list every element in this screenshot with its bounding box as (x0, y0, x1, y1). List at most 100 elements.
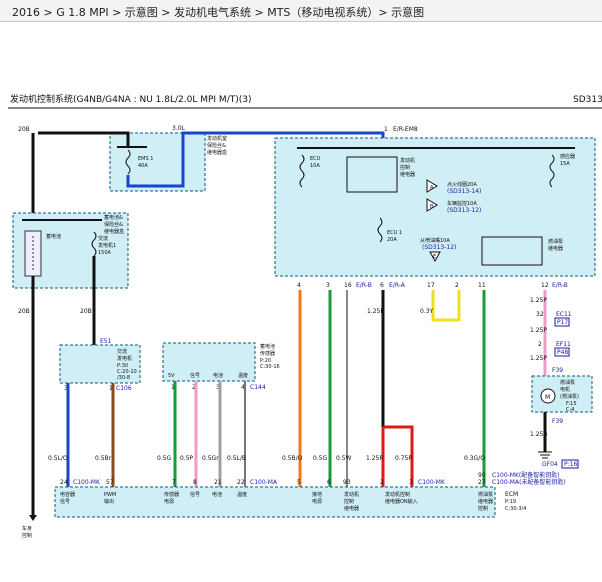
ws-1-25r: 1.25R (366, 455, 384, 462)
ecm-l-sig: 信号 (60, 498, 70, 505)
wire-yellow (431, 290, 461, 322)
body-arrow-icon (29, 515, 37, 521)
left-bottom-2: 控制 (22, 532, 32, 539)
ecm-pin-93: 93 (343, 479, 351, 486)
pin-6: 6 (380, 282, 384, 289)
bfb-line2: 保险丝& (104, 221, 123, 228)
conn-f39: F39 (552, 367, 563, 374)
ecm-pin-3: 3 (409, 479, 413, 486)
ems1-rating: 40A (138, 163, 148, 169)
ems1-label: EMS 1 (138, 156, 153, 162)
pin-32: 32 (536, 311, 544, 318)
ref-p17: P17 (557, 319, 568, 326)
ecm-pin-2: 2 (380, 479, 384, 486)
ecm-l-relay-on: 继电器ON输入 (385, 498, 418, 505)
ws-0-75r: 0.75R (395, 455, 413, 462)
ref-p48: P48 (557, 349, 568, 356)
bs-ref2: C:30-16 (260, 364, 280, 370)
svg-text:M: M (545, 394, 550, 401)
ecm-l-relay: 继电器 (344, 505, 359, 512)
diagram-title: 发动机控制系统(G4NB/G4NA : NU 1.8L/2.0L MPI M/T… (10, 93, 251, 105)
ecm-l-fuelpump: 燃油泵 (478, 491, 493, 498)
ecm-pin-6: 6 (327, 479, 331, 486)
wire-1-25p: 1.25P (530, 297, 547, 304)
ecm-pin-22: 22 (237, 479, 245, 486)
ecm-conn-mk2: C100-MK (418, 479, 446, 486)
ws-0-5lo: 0.5L/O (48, 455, 68, 462)
alt-fuse-rating: 150A (98, 250, 112, 256)
wire-1-25r: 1.25R (367, 308, 385, 315)
fuel-relay-l1: 燃油泵 (548, 238, 563, 245)
efb-line2: 保险丝& (207, 142, 226, 149)
fuse-b-label: 车辆监控10A (447, 200, 477, 207)
ecm-pin-21: 21 (214, 479, 222, 486)
ecm-l-temp: 温度 (237, 491, 247, 498)
ws-0-3go: 0.3G/O (464, 455, 485, 462)
sensor-fuse-rating: 15A (560, 161, 570, 167)
ecu-fuse: ECU (310, 156, 321, 162)
ground-icon (538, 451, 552, 459)
wiring-diagram: 发动机控制系统(G4NB/G4NA : NU 1.8L/2.0L MPI M/T… (8, 93, 602, 539)
fuse-a-label: 点火线圈20A (447, 181, 477, 188)
fuel-relay-l2: 继电器 (548, 245, 563, 252)
alt-l1: 交流 (117, 348, 127, 355)
ecm-l-control2: 控制 (478, 505, 488, 512)
pin-11: 11 (478, 282, 486, 289)
battery-label: 蓄电池 (46, 233, 61, 240)
sensor-fuse: 感应器 (560, 153, 575, 160)
gf04: GF04 (542, 461, 558, 468)
fuel-fuse-label: 从喷油嘴10A (420, 237, 450, 244)
alt-l2: 发电机 (117, 355, 132, 362)
ecm-pin-57: 57 (106, 479, 114, 486)
ecm-pin-27: 27 (478, 479, 486, 486)
letter-b: B (430, 204, 434, 210)
ws-0-5p: 0.5P (180, 455, 194, 462)
ecm-l-battery: 电池 (212, 491, 222, 498)
conn-ef11: EF11 (556, 341, 571, 348)
wire-3L: 3.0L (172, 125, 186, 132)
pin-2: 2 (455, 282, 459, 289)
ecm-pin-24: 24 (60, 479, 68, 486)
conn-e51: E51 (100, 338, 112, 345)
letter-e: E (433, 254, 436, 260)
ws-0-5w: 0.5W (336, 455, 352, 462)
ws-0-5lb: 0.5L/B (227, 455, 246, 462)
pin-er-a: E/R-A (389, 282, 406, 289)
ecm-l-pwm: PWM (104, 492, 116, 498)
pin-4: 4 (297, 282, 301, 289)
bfb-line3: 继电器盒 (104, 228, 124, 235)
ecm-name: ECM (505, 491, 518, 498)
bfb-line1: 蓄电池& (104, 214, 123, 221)
wire-20B-left: 20B (18, 308, 30, 315)
wire-0-3y: 0.3Y (420, 308, 434, 315)
ecm-l-engine-ctl: 发动机控制 (385, 491, 410, 498)
wire-20B-top: 20B (18, 126, 30, 133)
ecu-fuse-rating: 10A (310, 163, 320, 169)
fuse-a-ref: (SD313-14) (447, 188, 481, 195)
main-relay-l3: 继电器 (400, 171, 415, 178)
motor-l1: 燃油泵 (560, 379, 575, 386)
main-relay-l2: 控制 (400, 164, 410, 171)
bs-label-5v: 5V (168, 373, 175, 379)
wire-1-25p-b: 1.25P (530, 327, 547, 334)
left-bottom-1: 车身 (22, 525, 32, 532)
alt-fuse-l1: 交流 (98, 235, 108, 242)
ref-p16: P:16 (564, 461, 577, 468)
pin-17: 17 (427, 282, 435, 289)
ecm-l-ground: 接地 (312, 491, 322, 498)
bs-l1: 蓄电池 (260, 343, 275, 350)
pin-3: 3 (326, 282, 330, 289)
pin-16: 16 (344, 282, 352, 289)
main-relay-l1: 发动机 (400, 157, 415, 164)
ecm-conn-mk: C100-MK (73, 479, 101, 486)
ws-0-5gr: 0.5Gr (202, 455, 219, 462)
ecm-pin-90: 90 (478, 472, 486, 479)
ecm-l-relay2: 继电器 (478, 498, 493, 505)
motor-ref2: C:4 (566, 407, 574, 413)
wire-20B-right: 20B (80, 308, 92, 315)
pin-er-b2: E/R-B (552, 282, 568, 289)
pin-er-b: E/R-B (356, 282, 372, 289)
ecm-l-signal: 信号 (190, 491, 200, 498)
fuse-b-ref: (SD313-12) (447, 207, 481, 214)
ecm-l-sensor: 传感器 (164, 491, 179, 498)
